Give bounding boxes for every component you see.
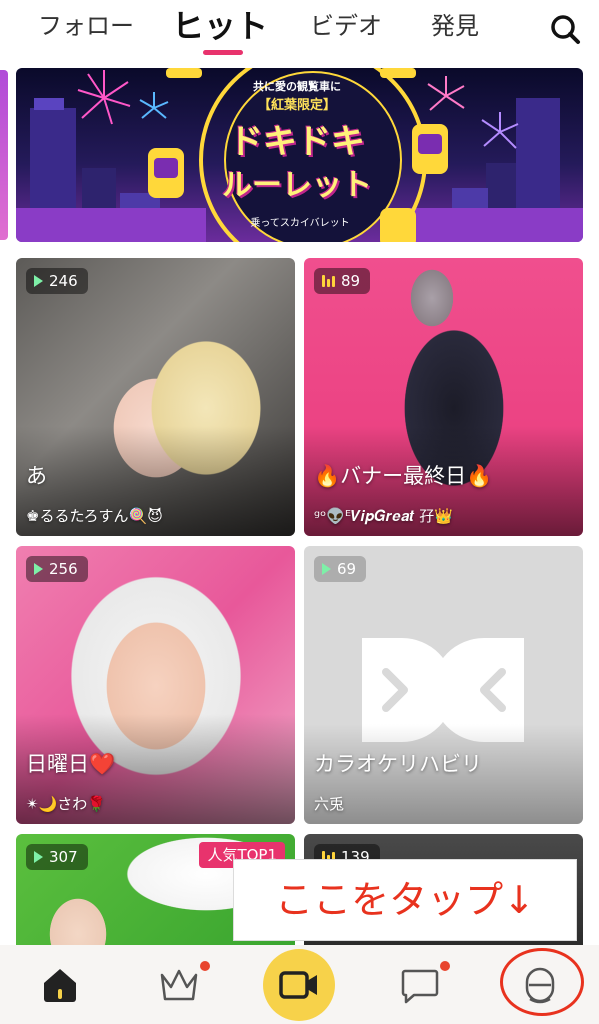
streamer-name: 六兎: [314, 795, 345, 813]
banner-tag: 【紅葉限定】: [257, 98, 336, 113]
banner-title-line2: ルーレット: [222, 168, 372, 203]
go-live-button[interactable]: [263, 949, 335, 1021]
banner-caption: 乗ってスカイバレット: [250, 218, 350, 229]
search-icon: [551, 15, 580, 44]
stream-title: 🔥バナー最終日🔥: [314, 464, 493, 488]
live-viewer-badge: 89: [314, 268, 371, 294]
stream-title: あ: [26, 464, 47, 488]
tap-here-annotation: ここをタップ↓: [233, 859, 577, 941]
streamer-name: ᵍᵒ👽ᴱ𝑽𝒊𝒑𝑮𝒓𝒆𝒂𝒕 孖👑: [314, 507, 453, 525]
play-icon: [34, 851, 43, 863]
view-count-badge: 69: [314, 556, 367, 582]
stream-card[interactable]: 89 🔥バナー最終日🔥 ᵍᵒ👽ᴱ𝑽𝒊𝒑𝑮𝒓𝒆𝒂𝒕 孖👑: [304, 258, 583, 536]
event-banner[interactable]: 共に愛の観覧車に 【紅葉限定】 ドキドキ ルーレット 乗ってスカイバレット: [16, 68, 583, 242]
top-tab-bar: フォロー ヒット ビデオ 発見: [0, 0, 599, 58]
tab-video[interactable]: ビデオ: [310, 8, 382, 44]
stream-card[interactable]: 246 あ ♚るるたろすん🍭😈: [16, 258, 295, 536]
chat-icon: [401, 969, 439, 1004]
tab-discover[interactable]: 発見: [431, 8, 479, 44]
view-count-badge: 246: [26, 268, 88, 294]
crown-icon: [160, 969, 198, 1001]
tab-follow[interactable]: フォロー: [38, 8, 134, 44]
notification-dot: [200, 961, 210, 971]
stream-title: 日曜日❤️: [26, 752, 116, 776]
view-count-badge: 256: [26, 556, 88, 582]
search-button[interactable]: [548, 12, 582, 46]
play-icon: [34, 563, 43, 575]
streamer-name: ✴︎🌙さわ🌹: [26, 795, 106, 813]
notification-dot: [440, 961, 450, 971]
streamer-name: ♚るるたろすん🍭😈: [26, 507, 163, 525]
stream-card[interactable]: 256 日曜日❤️ ✴︎🌙さわ🌹: [16, 546, 295, 824]
home-icon: [44, 969, 76, 1002]
play-icon: [322, 563, 331, 575]
nav-messages[interactable]: [360, 945, 480, 1024]
nav-ranking[interactable]: [120, 945, 240, 1024]
nav-home[interactable]: [0, 945, 120, 1024]
video-camera-icon: [279, 971, 317, 999]
stream-title: カラオケリハビリ: [314, 752, 482, 776]
live-bars-icon: [322, 275, 335, 287]
banner-subtitle: 共に愛の観覧車に: [253, 80, 341, 93]
tab-hit[interactable]: ヒット: [172, 4, 268, 45]
banner-title-line1: ドキドキ: [229, 122, 365, 162]
profile-highlight-circle: [500, 948, 584, 1016]
previous-banner-peek[interactable]: [0, 70, 8, 240]
active-tab-indicator: [203, 50, 243, 55]
stream-card[interactable]: 69 カラオケリハビリ 六兎: [304, 546, 583, 824]
view-count-badge: 307: [26, 844, 88, 870]
play-icon: [34, 275, 43, 287]
